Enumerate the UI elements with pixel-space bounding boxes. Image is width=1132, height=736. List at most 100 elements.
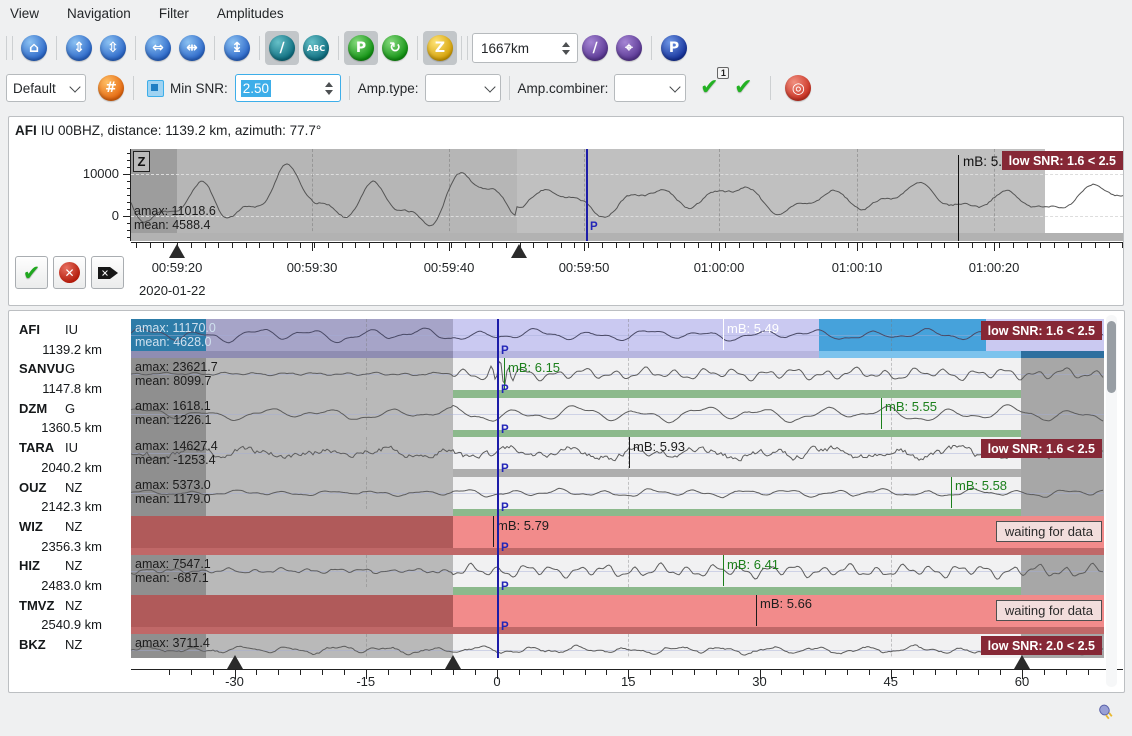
red-x-icon: ✕ (59, 262, 80, 283)
amp-combiner-combobox[interactable] (614, 74, 686, 102)
time-window-marker[interactable] (445, 655, 461, 669)
home-icon: ⌂ (21, 35, 47, 61)
menu-amplitudes[interactable]: Amplitudes (217, 6, 284, 21)
amplitude-measure-line[interactable] (958, 155, 959, 241)
time-window-marker[interactable] (227, 655, 243, 669)
check-one-icon: ✔ (700, 77, 718, 99)
amplitude-zoom-button[interactable]: ⇕ (62, 31, 96, 65)
time-window-marker[interactable] (1014, 655, 1030, 669)
fit-vertical-icon: ⇳ (100, 35, 126, 61)
expand-horizontal-icon: ⇔ (145, 35, 171, 61)
align-vertical-icon: ↨ (224, 35, 250, 61)
y-tick-label: 10000 (83, 166, 119, 181)
y-tick-label: 0 (112, 208, 119, 223)
y-axis: 10000 0 (9, 149, 131, 241)
zoom-trace-plot[interactable]: PmB: 5.49Zamax: 11018.6 mean: 4588.4low … (131, 149, 1123, 311)
time-tick-label: 00:59:40 (424, 260, 475, 275)
pick-labels-button[interactable]: ABC (299, 31, 333, 65)
amp-combiner-label: Amp.combiner: (518, 81, 609, 96)
p-pick-label: P (590, 221, 598, 233)
zoom-trace-title: AFI IU 00BHZ, distance: 1139.2 km, azimut… (15, 123, 321, 138)
time-offset-label: -15 (356, 674, 375, 689)
min-snr-value: 2.50 (241, 80, 271, 97)
menu-view[interactable]: View (10, 6, 39, 21)
zoom-trace-panel: AFI IU 00BHZ, distance: 1139.2 km, azimut… (8, 116, 1124, 306)
component-z-button[interactable]: Z (423, 31, 457, 65)
fit-amplitude-button[interactable]: ⇳ (96, 31, 130, 65)
amp-type-label: Amp.type: (358, 81, 419, 96)
recompute-button[interactable]: ↻ (378, 31, 412, 65)
connection-status-icon (1096, 702, 1116, 727)
commit-button[interactable]: ◎ (781, 71, 815, 105)
theoretical-picks-button[interactable]: P (657, 31, 691, 65)
profile-value: Default (13, 81, 56, 96)
time-window-marker[interactable] (511, 244, 527, 258)
one-badge: 1 (717, 67, 729, 79)
time-tick-label: 01:00:20 (969, 260, 1020, 275)
check-icon: ✔ (734, 77, 752, 99)
time-offset-label: 30 (752, 674, 766, 689)
purple-ruler-icon: ∕ (582, 35, 608, 61)
arrow-x-icon: ✕ (97, 265, 119, 281)
menu-navigation[interactable]: Navigation (67, 6, 131, 21)
time-tick-label: 01:00:00 (694, 260, 745, 275)
refresh-icon: ↻ (382, 35, 408, 61)
show-picks-button[interactable]: P (344, 31, 378, 65)
distance-ruler-button[interactable]: ∕ (578, 31, 612, 65)
time-offset-label: 60 (1015, 674, 1029, 689)
origin-tool-button[interactable]: ⌖ (612, 31, 646, 65)
low-snr-badge: low SNR: 1.6 < 2.5 (1002, 151, 1123, 170)
p-wave-icon: P (661, 35, 687, 61)
apply-all-button[interactable]: ✔ (726, 71, 760, 105)
profile-combobox[interactable]: Default (6, 74, 86, 102)
hash-button[interactable]: # (94, 71, 128, 105)
scolv-amplitudes-window: View Navigation Filter Amplitudes ⌂ ⇕ ⇳ ⇔ ⇹ ↨… (0, 0, 1132, 736)
min-snr-label: Min SNR: (170, 81, 228, 96)
pick-p-icon: P (348, 35, 374, 61)
menu-bar: View Navigation Filter Amplitudes (0, 0, 1132, 27)
apply-one-button[interactable]: ✔ 1 (692, 71, 726, 105)
crosshair-icon: ⌖ (616, 35, 642, 61)
measure-ruler-button[interactable]: ∕ (265, 31, 299, 65)
channel-z-box: Z (133, 151, 150, 172)
menu-filter[interactable]: Filter (159, 6, 189, 21)
min-snr-input[interactable]: 2.50 (235, 74, 341, 102)
scrollbar-thumb[interactable] (1107, 321, 1116, 393)
station-code: AFI (15, 123, 37, 138)
bottom-time-axis: -30-15015304560 (9, 311, 1123, 691)
spinner-arrows[interactable] (318, 82, 340, 95)
ruler-icon: ∕ (269, 35, 295, 61)
reject-button[interactable]: ✕ (53, 256, 86, 289)
date-label: 2020-01-22 (139, 283, 206, 298)
z-component-icon: Z (427, 35, 453, 61)
align-button[interactable]: ↨ (220, 31, 254, 65)
time-zoom-button[interactable]: ⇔ (141, 31, 175, 65)
accept-button[interactable]: ✔ (15, 256, 48, 289)
time-tick-label: 00:59:50 (559, 260, 610, 275)
target-icon: ◎ (785, 75, 811, 101)
distance-spinbox[interactable]: 1667km (472, 33, 578, 63)
min-snr-checkbox[interactable] (147, 80, 164, 97)
hash-icon: # (98, 75, 124, 101)
expand-vertical-icon: ⇕ (66, 35, 92, 61)
chevron-down-icon (484, 81, 495, 92)
time-offset-label: 0 (493, 674, 500, 689)
title-rest: IU 00BHZ, distance: 1139.2 km, azimuth: … (41, 123, 322, 138)
vertical-scrollbar[interactable] (1106, 315, 1117, 687)
svg-text:✕: ✕ (101, 268, 109, 279)
p-pick-line[interactable] (586, 149, 588, 241)
abc-icon: ABC (303, 35, 329, 61)
station-list-panel: AFIIU1139.2 kmmB: 5.49Pamax: 11170.0 mea… (8, 310, 1125, 693)
amax-mean-label: amax: 11018.6 mean: 4588.4 (134, 204, 216, 232)
fit-horizontal-icon: ⇹ (179, 35, 205, 61)
main-toolbar: ⌂⇕⇳⇔⇹↨∕ABCP↻Z1667km∕⌖P (0, 28, 1132, 68)
filter-toolbar: Default # Min SNR: 2.50 Amp.type: Amp.co… (0, 68, 1132, 108)
time-tick-label: 00:59:20 (152, 260, 203, 275)
time-window-marker[interactable] (169, 244, 185, 258)
amp-type-combobox[interactable] (425, 74, 501, 102)
skip-button[interactable]: ✕ (91, 256, 124, 289)
home-button[interactable]: ⌂ (17, 31, 51, 65)
time-offset-label: 15 (621, 674, 635, 689)
fit-time-button[interactable]: ⇹ (175, 31, 209, 65)
time-offset-label: -30 (225, 674, 244, 689)
